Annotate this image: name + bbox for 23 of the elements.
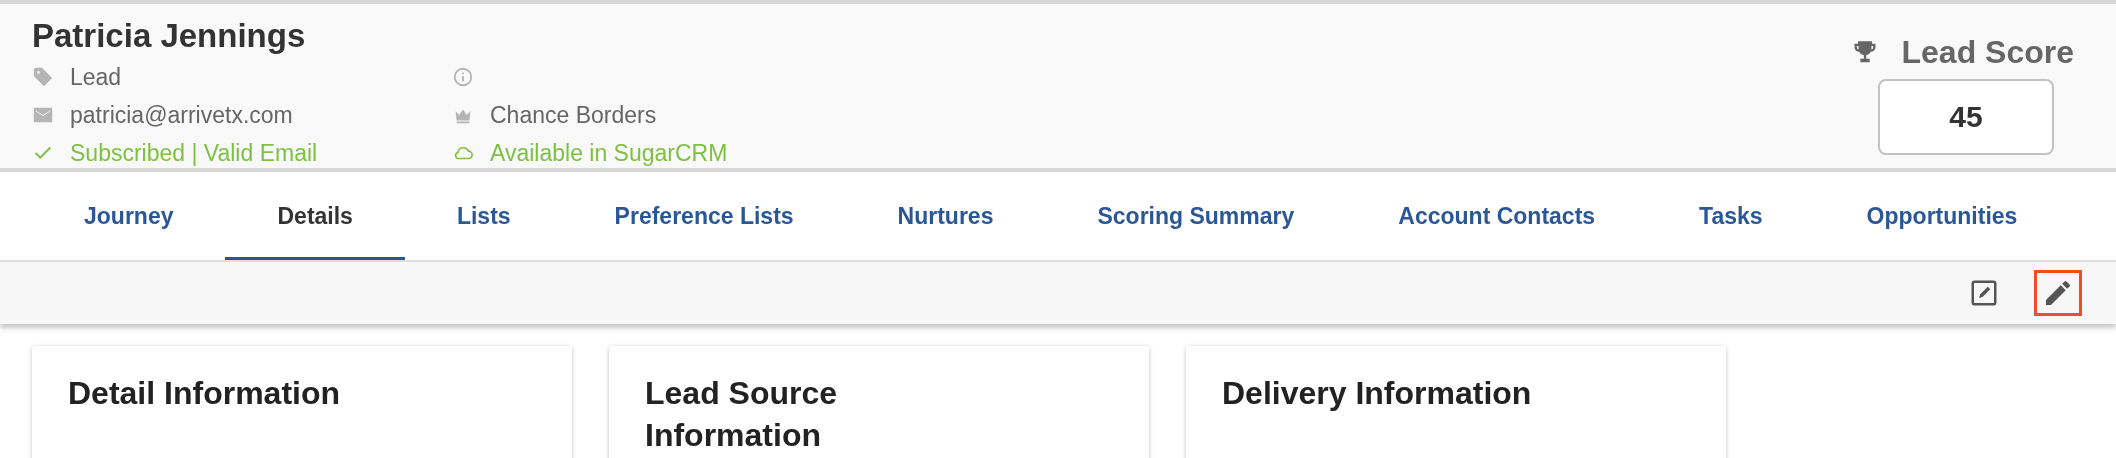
card-title: Delivery Information [1222, 374, 1533, 413]
lead-score-value: 45 [1878, 79, 2054, 155]
lead-score-label: Lead Score [1901, 34, 2074, 71]
tab[interactable]: Tasks [1647, 172, 1815, 260]
tag-icon [32, 66, 54, 88]
edit-button[interactable] [2034, 270, 2082, 316]
edit-square-icon [1969, 278, 1999, 308]
status-text: Subscribed | Valid Email [70, 139, 318, 167]
card-title: Lead Source Information [645, 374, 839, 455]
tab[interactable]: Lists [404, 172, 563, 260]
contact-name: Patricia Jennings [32, 18, 307, 54]
contact-detail: patricia@arrivetx.com [70, 101, 293, 129]
contact-detail: Chance Borders [490, 101, 657, 129]
tab[interactable]: Nurtures [845, 172, 1046, 260]
tab[interactable]: Preference Lists [562, 172, 846, 260]
tab[interactable]: Scoring Summary [1045, 172, 1347, 260]
contact-detail: Lead [70, 63, 122, 91]
tab[interactable]: Account Contacts [1346, 172, 1648, 260]
info-icon [452, 66, 474, 88]
tab[interactable]: Journey [32, 172, 226, 260]
tab[interactable]: Opportunities [1814, 172, 2070, 260]
card-title: Detail Information [68, 374, 341, 413]
status-text: Available in SugarCRM [490, 139, 728, 167]
